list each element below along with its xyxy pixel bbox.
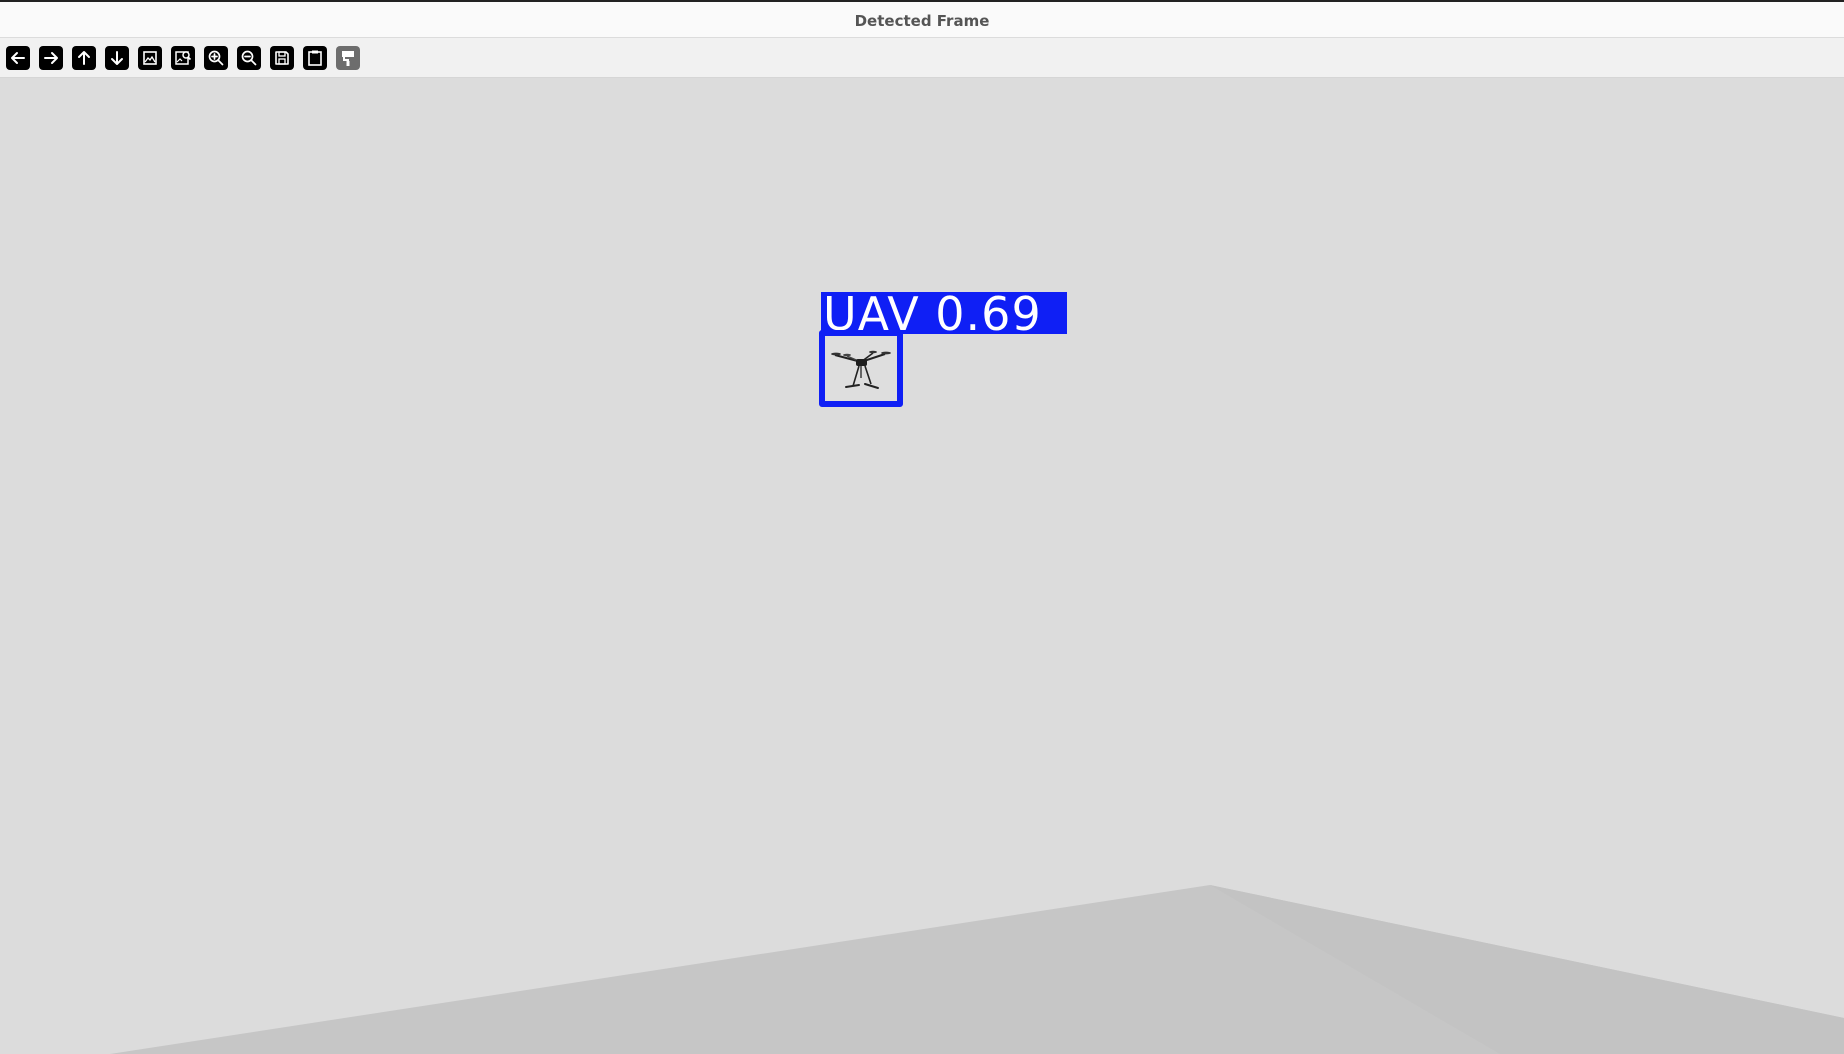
back-button[interactable] [6,46,30,70]
up-button[interactable] [72,46,96,70]
zoom-in-icon [204,46,228,70]
image-search-icon [171,46,195,70]
title-bar: Detected Frame [0,0,1844,38]
image-icon [138,46,162,70]
zoom-out-button[interactable] [237,46,261,70]
detection-label: UAV 0.69 [821,292,1067,334]
save-icon [270,46,294,70]
zoom-region-button[interactable] [171,46,195,70]
properties-button[interactable] [336,46,360,70]
arrow-up-icon [72,46,96,70]
arrow-down-icon [105,46,129,70]
down-button[interactable] [105,46,129,70]
detected-frame-window: Detected Frame UAV 0.69 [0,0,1844,1054]
image-canvas[interactable]: UAV 0.69 [0,78,1844,1054]
floor-plane [110,885,1844,1054]
paint-roller-icon [336,46,360,70]
arrow-left-icon [6,46,30,70]
zoom-in-button[interactable] [204,46,228,70]
copy-button[interactable] [303,46,327,70]
zoom-out-icon [237,46,261,70]
detection-bounding-box [819,330,903,407]
arrow-right-icon [39,46,63,70]
toolbar [0,38,1844,78]
forward-button[interactable] [39,46,63,70]
window-title: Detected Frame [854,12,990,30]
image-button[interactable] [138,46,162,70]
clipboard-icon [303,46,327,70]
save-button[interactable] [270,46,294,70]
drone-icon [831,350,891,389]
